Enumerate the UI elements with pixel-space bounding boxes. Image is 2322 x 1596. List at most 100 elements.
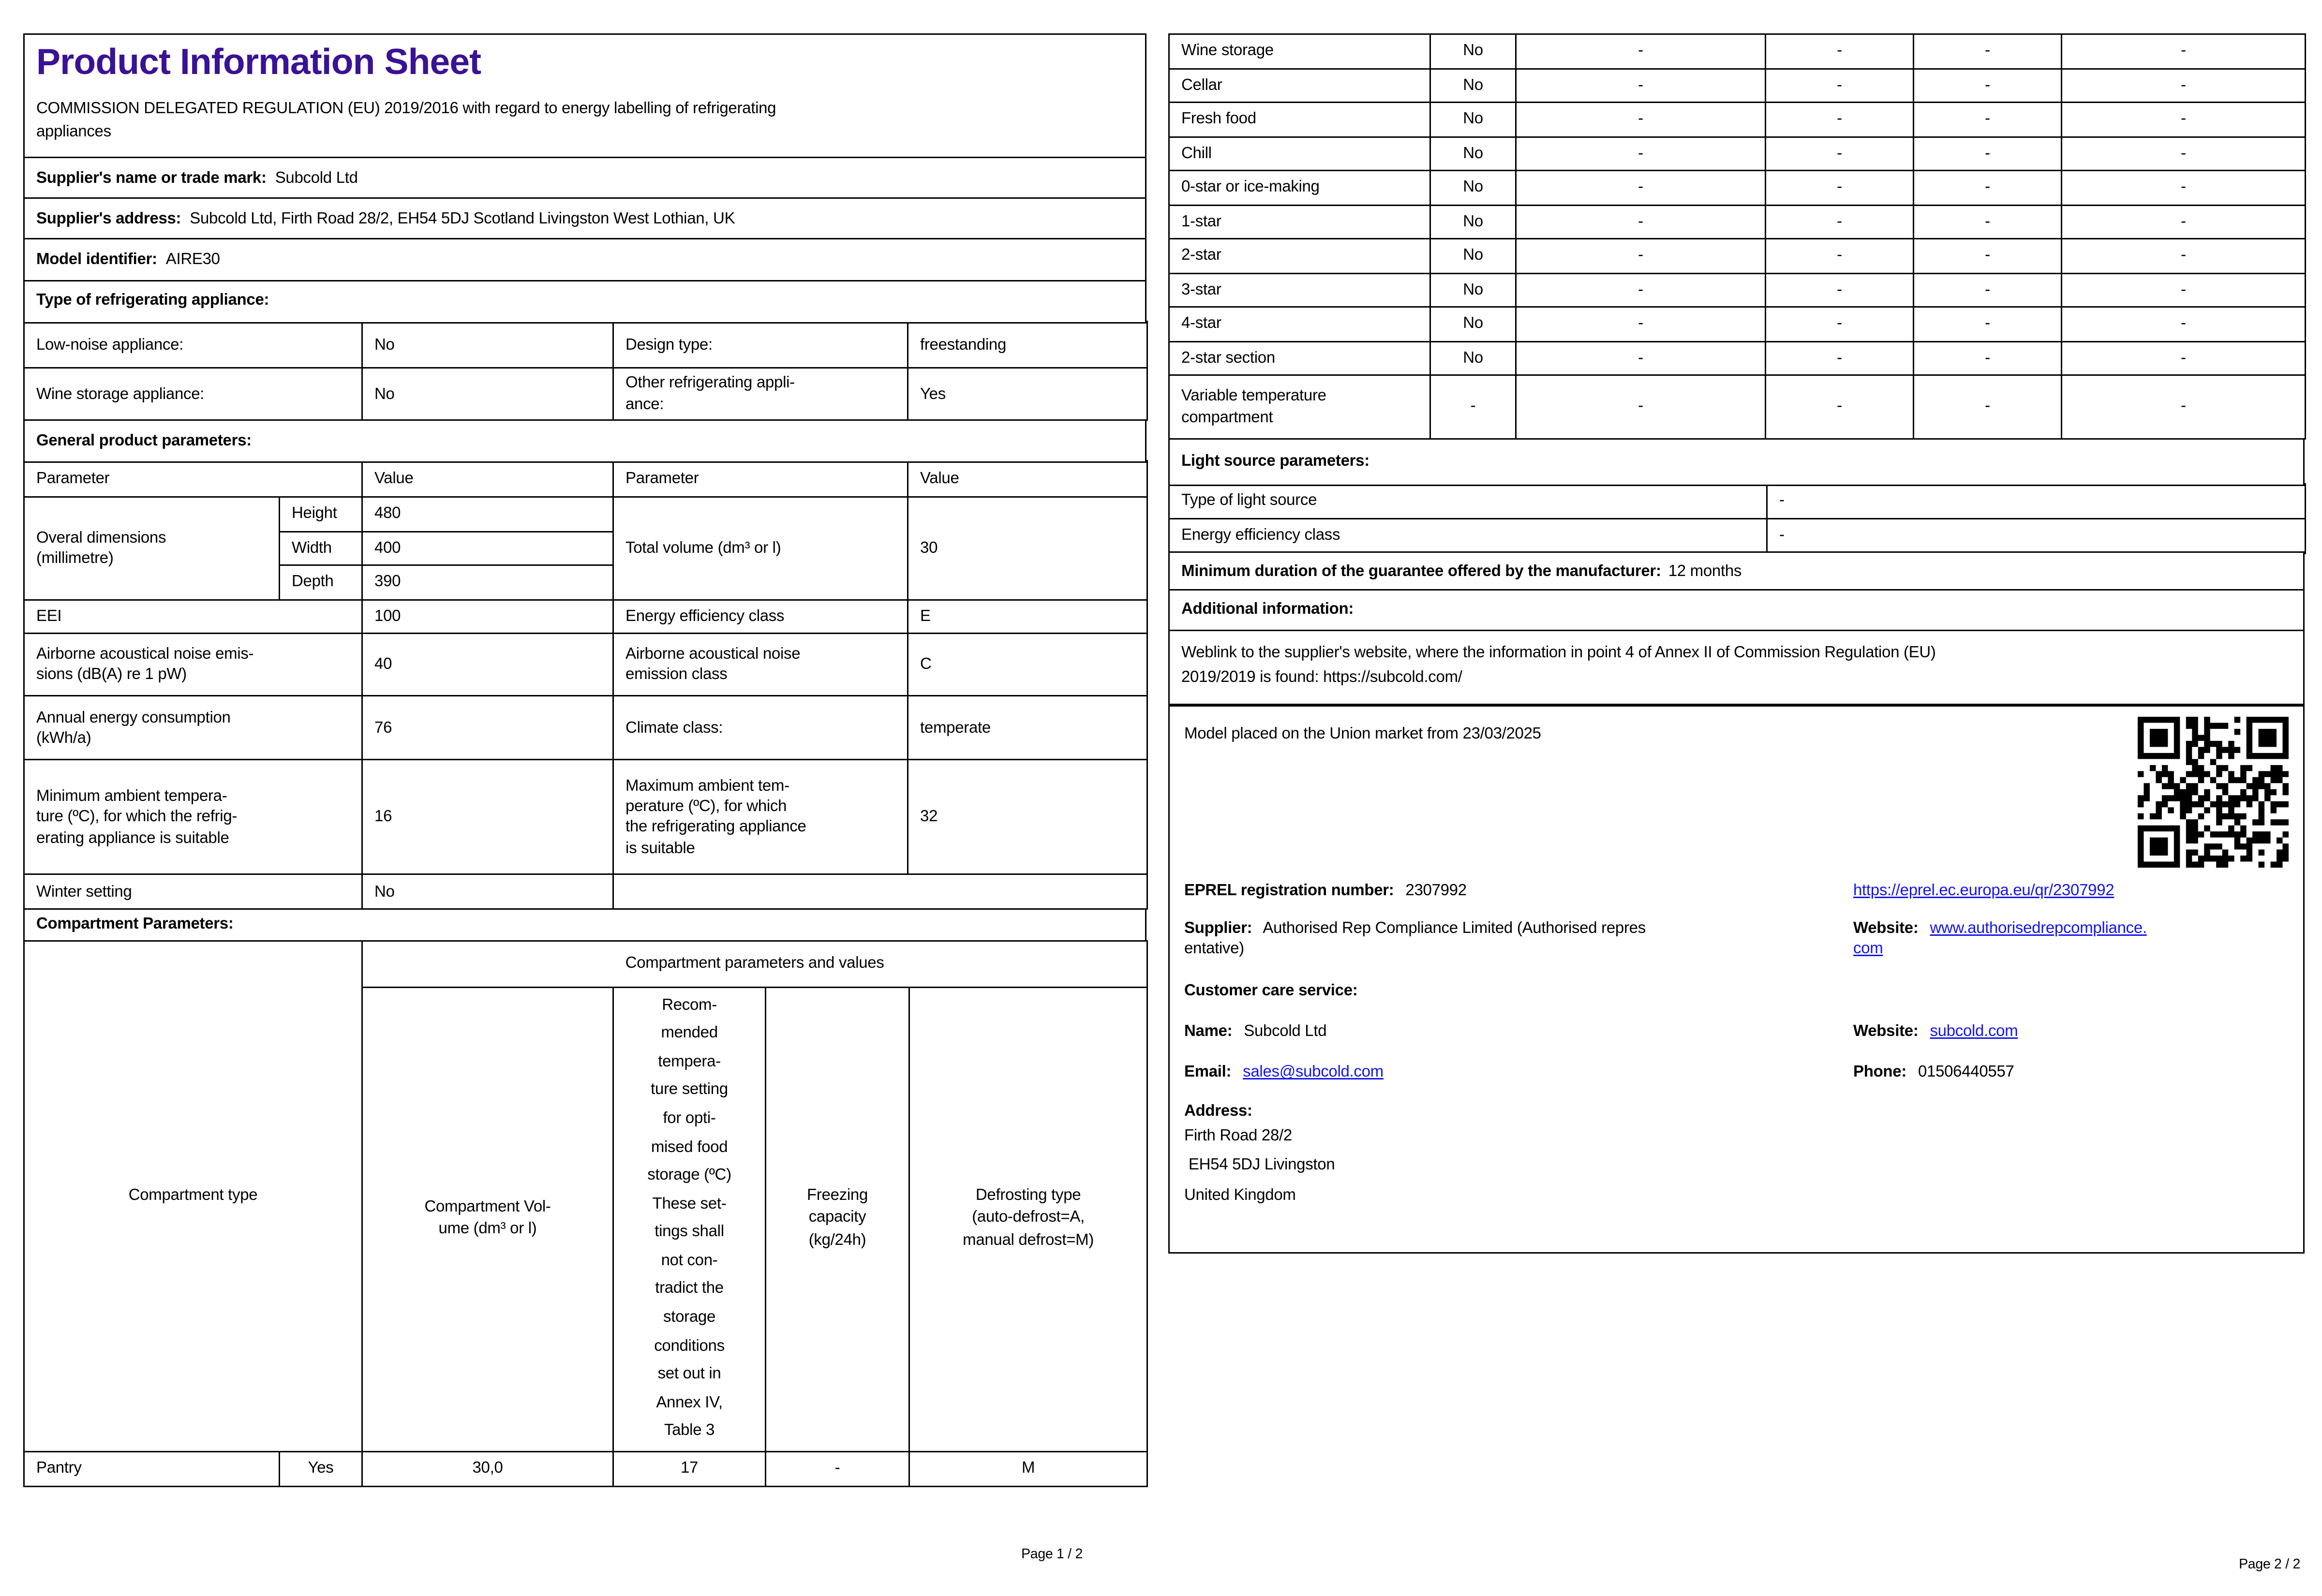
dash-cell: - — [1765, 170, 1914, 206]
supplier-address-value: Subcold Ltd, Firth Road 28/2, EH54 5DJ S… — [190, 210, 735, 228]
table-row: Variable temperature compartment - - - -… — [1168, 374, 2306, 440]
group-header-cell: Compartment parameters and values — [361, 939, 1148, 988]
general-heading: General product parameters: — [23, 419, 1146, 463]
value-cell: 30 — [907, 497, 1148, 601]
dim-key-cell: Depth — [278, 565, 363, 601]
header-cell: Value — [361, 460, 614, 499]
dash-cell: - — [1765, 374, 1914, 440]
supplier-name-label: Supplier's name or trade mark: — [36, 169, 267, 187]
light-source-heading: Light source parameters: — [1168, 437, 2305, 486]
value-cell: temperate — [907, 695, 1148, 761]
freezing-cell: - — [765, 1450, 910, 1487]
dash-cell: - — [1515, 135, 1766, 171]
supplier-address-row: Supplier's address: Subcold Ltd, Firth R… — [23, 198, 1146, 241]
volume-cell: 30,0 — [361, 1450, 614, 1487]
table-row: Fresh food No - - - - — [1168, 102, 2306, 137]
table-row: Cellar No - - - - — [1168, 67, 2306, 103]
dash-cell: - — [1515, 272, 1766, 308]
present-cell: Yes — [278, 1450, 363, 1487]
header-cell: Value — [907, 460, 1148, 499]
freezing-header-cell: Freezing capacity (kg/24h) — [765, 986, 910, 1452]
value-cell: - — [1766, 483, 2306, 519]
email-link[interactable]: sales@subcold.com — [1243, 1064, 1384, 1081]
care-website-link[interactable]: subcold.com — [1930, 1023, 2018, 1040]
weblink-row: Weblink to the supplier's website, where… — [1168, 629, 2305, 705]
customer-care-heading-row: Customer care service: — [1184, 980, 2289, 1001]
dash-cell: - — [1515, 340, 1766, 376]
phone-value: 01506440557 — [1918, 1064, 2014, 1081]
supplier-name-row: Supplier's name or trade mark: Subcold L… — [23, 157, 1146, 200]
status-cell: - — [1429, 374, 1517, 440]
param-cell: Low-noise appliance: — [23, 321, 363, 369]
market-date-text: Model placed on the Union market from 23… — [1184, 724, 1541, 742]
table-row: Wine storage appliance: No Other refrige… — [23, 367, 1148, 421]
empty-cell — [612, 874, 1148, 911]
dash-cell: - — [1515, 374, 1766, 440]
page-2: Wine storage No - - - - Cellar No - - - … — [1168, 33, 2306, 1253]
status-cell: No — [1429, 67, 1517, 103]
table-row: Annual energy consumption (kWh/a) 76 Cli… — [23, 695, 1148, 761]
website-label: Website: — [1853, 920, 1919, 938]
product-information-sheet: Product Information Sheet COMMISSION DEL… — [0, 0, 2322, 1596]
dim-value-cell: 480 — [361, 497, 614, 532]
page-1-footer: Page 1 / 2 — [1021, 1547, 1083, 1563]
eprel-link[interactable]: https://eprel.ec.europa.eu/qr/2307992 — [1853, 882, 2114, 900]
temperature-cell: 17 — [612, 1450, 767, 1487]
defrosting-header-cell: Defrosting type (auto-defrost=A, manual … — [908, 986, 1148, 1452]
guarantee-label: Minimum duration of the guarantee offere… — [1181, 562, 1661, 580]
dash-cell: - — [1913, 67, 2062, 103]
supplier-label: Supplier: — [1184, 920, 1252, 938]
table-row: 4-star No - - - - — [1168, 306, 2306, 342]
table-row: Chill No - - - - — [1168, 135, 2306, 171]
model-identifier-value: AIRE30 — [165, 251, 220, 269]
dash-cell: - — [1913, 374, 2062, 440]
dash-cell: - — [1765, 306, 1914, 342]
dash-cell: - — [1765, 272, 1914, 308]
value-cell: Yes — [907, 367, 1148, 421]
table-row: 0-star or ice-making No - - - - — [1168, 170, 2306, 206]
dash-cell: - — [1765, 204, 1914, 239]
supplier-row: Supplier: Authorised Rep Compliance Limi… — [1184, 918, 2289, 960]
param-cell: Minimum ambient tempera- ture (ºC), for … — [23, 759, 363, 876]
additional-info-heading: Additional information: — [1168, 589, 2305, 631]
compartment-heading: Compartment Parameters: — [23, 908, 1146, 942]
value-cell: 16 — [361, 759, 614, 876]
dash-cell: - — [1765, 340, 1914, 376]
table-row: 1-star No - - - - — [1168, 204, 2306, 239]
dash-cell: - — [1515, 170, 1766, 206]
registration-info-box: Model placed on the Union market from 23… — [1168, 704, 2305, 1253]
dash-cell: - — [1913, 170, 2062, 206]
dash-cell: - — [1913, 135, 2062, 171]
dash-cell: - — [1515, 306, 1766, 342]
dash-cell: - — [2061, 33, 2306, 69]
dash-cell: - — [1765, 135, 1914, 171]
defrost-cell: M — [908, 1450, 1148, 1487]
table-row: Airborne acoustical noise emis- sions (d… — [23, 633, 1148, 697]
compartment-label-cell: Fresh food — [1168, 102, 1431, 137]
status-cell: No — [1429, 238, 1517, 274]
value-cell: C — [907, 633, 1148, 697]
dash-cell: - — [2061, 170, 2306, 206]
compartment-type-header: Compartment type — [23, 939, 363, 1452]
compartment-label-cell: Chill — [1168, 135, 1431, 171]
page-1: Product Information Sheet COMMISSION DEL… — [23, 33, 1148, 1487]
dash-cell: - — [1913, 102, 2062, 137]
dash-cell: - — [1765, 67, 1914, 103]
table-row: Type of light source - — [1168, 483, 2306, 519]
value-cell: 100 — [361, 599, 614, 635]
dash-cell: - — [1515, 102, 1766, 137]
compartment-label-cell: 4-star — [1168, 306, 1431, 342]
value-cell: No — [361, 874, 614, 911]
table-row: Energy efficiency class - — [1168, 517, 2306, 554]
compartment-label-cell: Wine storage — [1168, 33, 1431, 69]
table-row: 2-star section No - - - - — [1168, 340, 2306, 376]
eprel-label: EPREL registration number: — [1184, 882, 1394, 900]
value-cell: E — [907, 599, 1148, 635]
dash-cell: - — [1765, 33, 1914, 69]
dim-key-cell: Width — [278, 531, 363, 567]
compartments-status-table: Wine storage No - - - - Cellar No - - - … — [1168, 33, 2306, 440]
param-cell: Energy efficiency class — [1168, 517, 1768, 554]
param-cell: Airborne acoustical noise emis- sions (d… — [23, 633, 363, 697]
compartment-label-cell: Cellar — [1168, 67, 1431, 103]
header-cell: Parameter — [23, 460, 363, 499]
